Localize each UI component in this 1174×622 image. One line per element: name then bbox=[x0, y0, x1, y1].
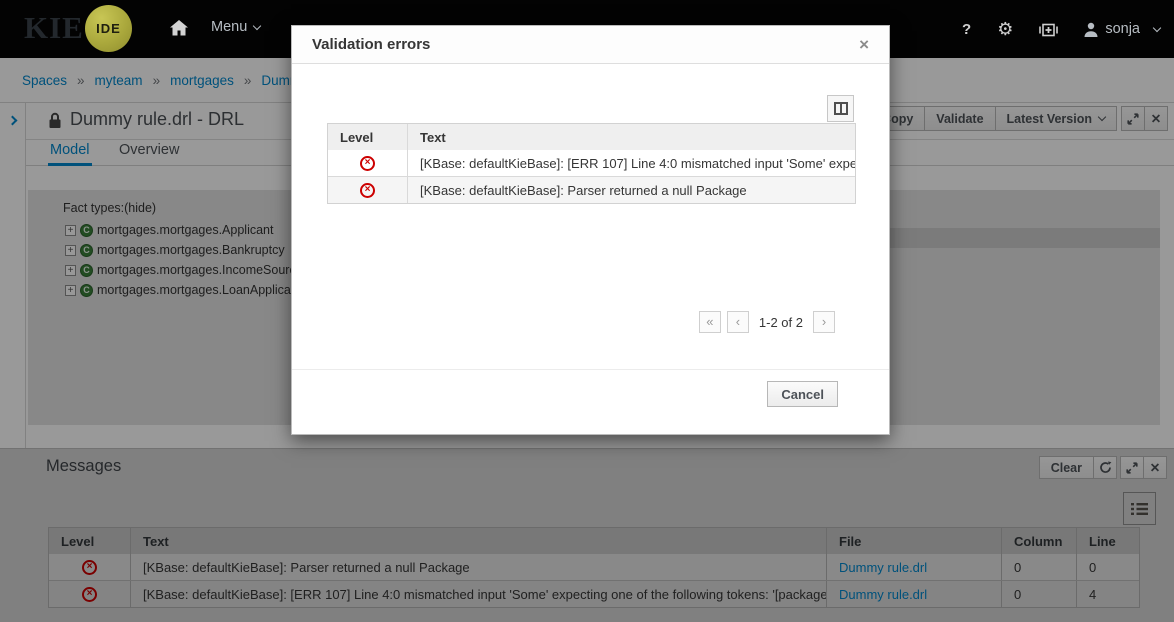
workbench: KIE IDE Menu sonja bbox=[0, 0, 1174, 622]
modal-title: Validation errors bbox=[312, 36, 430, 53]
column-header-level: Level bbox=[328, 124, 408, 150]
user-menu[interactable]: sonja bbox=[1084, 21, 1160, 37]
chevron-down-icon bbox=[253, 21, 261, 29]
help-icon[interactable] bbox=[962, 21, 971, 38]
validation-message-text: [KBase: defaultKieBase]: Parser returned… bbox=[408, 177, 855, 203]
pagination-prev-icon[interactable] bbox=[727, 311, 749, 333]
validation-message-text: [KBase: defaultKieBase]: [ERR 107] Line … bbox=[408, 150, 855, 176]
pagination-first-icon[interactable] bbox=[699, 311, 721, 333]
navbar-utilities: sonja bbox=[962, 0, 1160, 58]
cancel-button[interactable]: Cancel bbox=[767, 381, 838, 407]
table-row: [KBase: defaultKieBase]: [ERR 107] Line … bbox=[328, 150, 855, 176]
table-row: [KBase: defaultKieBase]: Parser returned… bbox=[328, 176, 855, 203]
pagination: 1-2 of 2 bbox=[699, 311, 835, 333]
ide-badge: IDE bbox=[85, 5, 132, 52]
validation-errors-modal: Validation errors Level Text [KBase: def… bbox=[291, 25, 890, 435]
validation-table: Level Text [KBase: defaultKieBase]: [ERR… bbox=[327, 123, 856, 204]
column-header-text: Text bbox=[408, 124, 855, 150]
close-icon[interactable] bbox=[859, 36, 869, 53]
columns-picker-button[interactable] bbox=[827, 95, 854, 122]
menu-label: Menu bbox=[211, 19, 247, 35]
pagination-label: 1-2 of 2 bbox=[759, 315, 803, 330]
columns-icon bbox=[834, 102, 848, 115]
user-icon bbox=[1084, 22, 1098, 37]
modal-header: Validation errors bbox=[292, 26, 889, 64]
error-icon bbox=[360, 183, 375, 198]
home-icon[interactable] bbox=[170, 20, 188, 36]
modal-footer: Cancel bbox=[292, 369, 889, 435]
settings-gear-icon[interactable] bbox=[997, 20, 1013, 38]
validation-table-body: [KBase: defaultKieBase]: [ERR 107] Line … bbox=[328, 150, 855, 203]
apps-briefcase-icon[interactable] bbox=[1039, 21, 1058, 37]
pagination-next-icon[interactable] bbox=[813, 311, 835, 333]
validation-table-header: Level Text bbox=[328, 124, 855, 150]
kie-logo: KIE bbox=[24, 10, 84, 46]
menu-dropdown[interactable]: Menu bbox=[211, 19, 260, 35]
error-icon bbox=[360, 156, 375, 171]
user-name: sonja bbox=[1105, 21, 1140, 37]
chevron-down-icon bbox=[1153, 23, 1161, 31]
